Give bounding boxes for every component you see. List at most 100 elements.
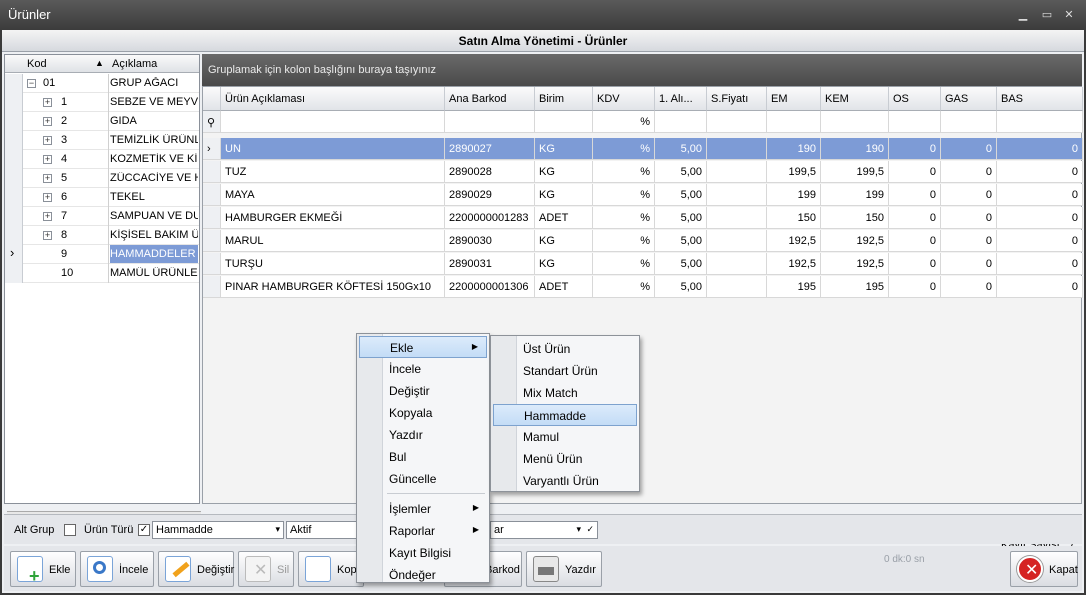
grid-column-header[interactable]: Birim [535, 87, 593, 111]
close-button[interactable]: ✕ Kapat [1010, 551, 1078, 587]
tree-row[interactable]: +4 KOZMETİK VE KİŞ [5, 150, 199, 169]
menu-item[interactable]: Güncelle [359, 468, 487, 490]
filter-cell[interactable] [445, 111, 535, 133]
table-cell: 0 [997, 230, 1083, 252]
menu-item[interactable]: İncele [359, 358, 487, 380]
grid-column-header[interactable]: 1. Alı... [655, 87, 707, 111]
tree-row[interactable]: +7 SAMPUAN VE DUS [5, 207, 199, 226]
table-cell: 5,00 [655, 276, 707, 298]
grid-column-header[interactable]: S.Fiyatı [707, 87, 767, 111]
filter-cell[interactable] [767, 111, 821, 133]
grid-column-header[interactable]: BAS [997, 87, 1083, 111]
expand-icon[interactable]: + [43, 155, 52, 164]
table-cell: 2200000001306 [445, 276, 535, 298]
delete-button[interactable]: ✕ Sil [238, 551, 294, 587]
tree-row[interactable]: +8 KİŞİSEL BAKIM Ü. [5, 226, 199, 245]
filter-cell[interactable] [655, 111, 707, 133]
urun-turu-checkbox[interactable]: ✓ [138, 524, 150, 536]
expand-icon[interactable]: + [43, 231, 52, 240]
submenu-item[interactable]: Mamul [493, 426, 637, 448]
expand-icon[interactable]: + [43, 193, 52, 202]
minimize-icon[interactable]: ▁ [1016, 8, 1030, 22]
row-indicator [5, 226, 23, 245]
copy-button[interactable]: Kopy [298, 551, 364, 587]
grid-column-header[interactable]: GAS [941, 87, 997, 111]
edit-button[interactable]: Değiştir [158, 551, 234, 587]
row-indicator [5, 112, 23, 131]
tree-col-aciklama[interactable]: Açıklama [112, 58, 157, 70]
tree-row[interactable]: 10 MAMÜL ÜRÜNLER [5, 264, 199, 283]
table-cell: UN [221, 138, 445, 160]
table-cell: 2200000001283 [445, 207, 535, 229]
check-icon[interactable]: ✓ [586, 524, 594, 535]
tree-col-kod[interactable]: Kod [27, 58, 47, 70]
grid-column-header[interactable]: OS [889, 87, 941, 111]
printer-icon [533, 556, 559, 582]
alt-grup-checkbox[interactable] [64, 524, 76, 536]
inspect-button[interactable]: İncele [80, 551, 154, 587]
expand-icon[interactable]: + [43, 98, 52, 107]
third-filter-select[interactable]: ar ▾ ✓ [490, 521, 598, 539]
status-select[interactable]: Aktif [286, 521, 360, 539]
tree-code: 6 [61, 191, 68, 203]
menu-item[interactable]: İşlemler ▶ [359, 498, 487, 520]
expand-icon[interactable]: + [43, 212, 52, 221]
menu-item[interactable]: Yazdır [359, 424, 487, 446]
table-cell: % [593, 161, 655, 183]
grid-column-header[interactable]: KEM [821, 87, 889, 111]
filter-cell[interactable] [535, 111, 593, 133]
urun-turu-select[interactable]: Hammadde ▾ [152, 521, 284, 539]
submenu-item[interactable]: Üst Ürün [493, 338, 637, 360]
submenu-item[interactable]: Standart Ürün [493, 360, 637, 382]
menu-item[interactable]: Kopyala [359, 402, 487, 424]
print-button[interactable]: Yazdır [526, 551, 602, 587]
group-by-panel[interactable]: Gruplamak için kolon başlığını buraya ta… [202, 54, 1082, 86]
submenu-item-label: Standart Ürün [523, 364, 598, 378]
filter-cell[interactable] [997, 111, 1083, 133]
tree-row[interactable]: +5 ZÜCCACİYE VE Hİ [5, 169, 199, 188]
menu-item[interactable]: Öndeğer [359, 564, 487, 586]
menu-item[interactable]: Kayıt Bilgisi [359, 542, 487, 564]
expand-icon[interactable]: + [43, 174, 52, 183]
filter-cell[interactable] [889, 111, 941, 133]
submenu-item[interactable]: Hammadde [493, 404, 637, 426]
collapse-icon[interactable]: − [27, 79, 36, 88]
table-cell: 190 [821, 138, 889, 160]
submenu-item[interactable]: Mix Match [493, 382, 637, 404]
tree-row[interactable]: +1 SEBZE VE MEYVEL [5, 93, 199, 112]
menu-item[interactable]: Raporlar ▶ [359, 520, 487, 542]
grid-column-header[interactable]: KDV [593, 87, 655, 111]
barcode-button-label: Barkod [485, 564, 520, 576]
close-icon[interactable]: ✕ [1062, 8, 1076, 22]
table-cell [707, 230, 767, 252]
grid-column-header[interactable]: EM [767, 87, 821, 111]
submenu-item[interactable]: Menü Ürün [493, 448, 637, 470]
menu-item[interactable]: Ekle ▶ [359, 336, 487, 358]
table-cell: 5,00 [655, 184, 707, 206]
tree-row[interactable]: › 9 HAMMADDELER [5, 245, 199, 264]
grid-column-header[interactable]: Ürün Açıklaması [221, 87, 445, 111]
expand-icon[interactable]: + [43, 117, 52, 126]
filter-cell[interactable] [221, 111, 445, 133]
maximize-icon[interactable]: ▭ [1040, 8, 1054, 22]
filter-cell[interactable]: % [593, 111, 655, 133]
grid-column-header[interactable]: Ana Barkod [445, 87, 535, 111]
table-cell: 0 [997, 138, 1083, 160]
expand-icon[interactable]: + [43, 136, 52, 145]
table-cell: 0 [889, 276, 941, 298]
table-cell: PINAR HAMBURGER KÖFTESİ 150Gx10 [221, 276, 445, 298]
tree-row[interactable]: −01 GRUP AĞACI [5, 74, 199, 93]
filter-cell[interactable] [941, 111, 997, 133]
tree-row[interactable]: +3 TEMİZLİK ÜRÜNLE [5, 131, 199, 150]
filter-cell[interactable] [707, 111, 767, 133]
add-button[interactable]: + Ekle [10, 551, 76, 587]
filter-cell[interactable] [821, 111, 889, 133]
tree-row[interactable]: +2 GIDA [5, 112, 199, 131]
table-cell: TURŞU [221, 253, 445, 275]
tree-row[interactable]: +6 TEKEL [5, 188, 199, 207]
menu-item[interactable]: Değiştir [359, 380, 487, 402]
menu-item[interactable]: Bul [359, 446, 487, 468]
submenu-item[interactable]: Varyantlı Ürün [493, 470, 637, 492]
table-cell: 0 [889, 184, 941, 206]
menu-item-label: İşlemler [389, 502, 432, 516]
